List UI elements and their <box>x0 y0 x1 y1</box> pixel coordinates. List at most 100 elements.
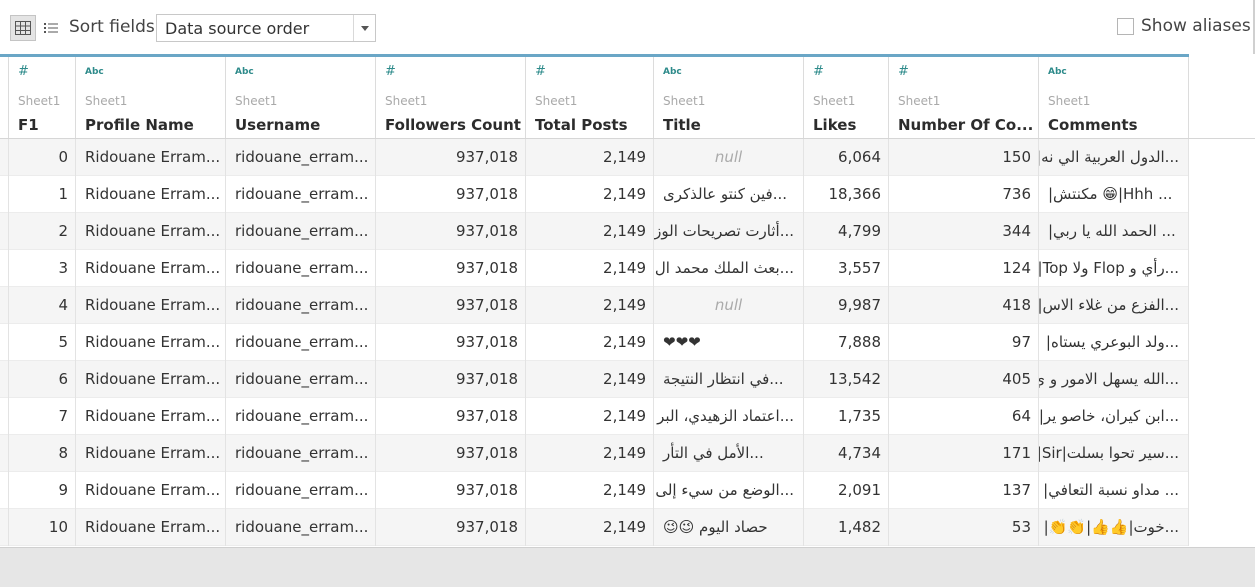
table-cell[interactable]: 6,064 <box>804 139 889 176</box>
table-cell[interactable]: 2,149 <box>526 398 654 435</box>
table-cell[interactable]: 13,542 <box>804 361 889 398</box>
table-cell[interactable]: 937,018 <box>376 361 526 398</box>
table-cell[interactable]: ridouane_erram... <box>226 398 376 435</box>
number-type-icon[interactable]: # <box>535 64 546 79</box>
table-cell[interactable]: 937,018 <box>376 213 526 250</box>
table-cell[interactable]: 64 <box>889 398 1039 435</box>
table-cell[interactable]: 4,799 <box>804 213 889 250</box>
table-cell[interactable]: 7,888 <box>804 324 889 361</box>
table-cell[interactable]: 2,149 <box>526 324 654 361</box>
column-name[interactable]: Username <box>235 116 371 134</box>
string-type-icon[interactable]: Abc <box>663 67 682 77</box>
table-cell[interactable]: 9 <box>9 472 76 509</box>
string-type-icon[interactable]: Abc <box>1048 67 1067 77</box>
table-cell[interactable]: 937,018 <box>376 472 526 509</box>
table-cell[interactable]: ...بعث الملك محمد ال <box>654 250 804 287</box>
table-cell[interactable]: Ridouane Erram... <box>76 213 226 250</box>
table-cell[interactable]: 2,149 <box>526 472 654 509</box>
table-cell[interactable]: Ridouane Erram... <box>76 324 226 361</box>
table-cell[interactable]: Ridouane Erram... <box>76 472 226 509</box>
table-cell[interactable]: 344 <box>889 213 1039 250</box>
table-cell[interactable]: 150 <box>889 139 1039 176</box>
column-header[interactable]: Abc Sheet1 Profile Name <box>76 57 226 142</box>
table-cell[interactable]: 2,149 <box>526 250 654 287</box>
table-cell[interactable]: ridouane_erram... <box>226 361 376 398</box>
table-cell[interactable]: ridouane_erram... <box>226 287 376 324</box>
table-cell[interactable]: ...الدول العربية الي نه| <box>1039 139 1189 176</box>
table-cell[interactable]: 8 <box>9 435 76 472</box>
sort-fields-dropdown[interactable]: Data source order <box>156 14 376 42</box>
show-aliases-label[interactable]: Show aliases <box>1141 16 1251 36</box>
table-cell[interactable]: 2,149 <box>526 139 654 176</box>
table-cell[interactable]: 405 <box>889 361 1039 398</box>
table-cell[interactable]: 937,018 <box>376 509 526 546</box>
column-header[interactable]: # Sheet1 Likes <box>804 57 889 142</box>
table-cell[interactable]: 10 <box>9 509 76 546</box>
table-cell[interactable]: ...سير تحوا بسلت|Sir| <box>1039 435 1189 472</box>
column-header[interactable]: Abc Sheet1 Title <box>654 57 804 142</box>
table-cell[interactable]: ridouane_erram... <box>226 509 376 546</box>
table-cell[interactable]: 3,557 <box>804 250 889 287</box>
table-cell[interactable]: ...اعتماد الزهيدي، البر <box>654 398 804 435</box>
dropdown-arrow[interactable] <box>353 15 375 41</box>
table-cell[interactable]: 937,018 <box>376 287 526 324</box>
list-view-button[interactable] <box>42 15 60 41</box>
column-name[interactable]: Likes <box>813 116 884 134</box>
column-name[interactable]: Number Of Co... <box>898 116 1034 134</box>
table-cell[interactable]: 937,018 <box>376 398 526 435</box>
table-cell[interactable]: ...ولد البوعري يستاه| <box>1039 324 1189 361</box>
column-name[interactable]: Title <box>663 116 799 134</box>
column-header[interactable]: # Sheet1 F1 <box>9 57 76 142</box>
table-cell[interactable]: ❤❤❤ <box>654 324 804 361</box>
show-aliases-checkbox[interactable] <box>1117 18 1134 35</box>
table-cell[interactable]: ... Hhh|😁 مكنتش| <box>1039 176 1189 213</box>
table-cell[interactable]: ... مداو نسبة التعافي| <box>1039 472 1189 509</box>
column-name[interactable]: F1 <box>18 116 71 134</box>
table-cell[interactable]: ...الأمل في التأر <box>654 435 804 472</box>
string-type-icon[interactable]: Abc <box>235 67 254 77</box>
table-cell[interactable]: ...أثارت تصريحات الوزير <box>654 213 804 250</box>
table-cell[interactable]: ridouane_erram... <box>226 139 376 176</box>
column-name[interactable]: Followers Count <box>385 116 521 134</box>
column-header[interactable]: # Sheet1 Followers Count <box>376 57 526 142</box>
table-cell[interactable]: 2,149 <box>526 361 654 398</box>
table-cell[interactable]: 937,018 <box>376 250 526 287</box>
table-cell[interactable]: 4,734 <box>804 435 889 472</box>
column-header[interactable]: Abc Sheet1 Comments <box>1039 57 1189 142</box>
table-cell[interactable]: 18,366 <box>804 176 889 213</box>
table-cell[interactable]: Ridouane Erram... <box>76 509 226 546</box>
table-cell[interactable]: ...في انتظار النتيجة <box>654 361 804 398</box>
table-cell[interactable]: 937,018 <box>376 176 526 213</box>
grid-view-button[interactable] <box>10 15 36 41</box>
number-type-icon[interactable]: # <box>385 64 396 79</box>
number-type-icon[interactable]: # <box>898 64 909 79</box>
table-cell[interactable]: 2 <box>9 213 76 250</box>
table-cell[interactable]: ridouane_erram... <box>226 176 376 213</box>
table-cell[interactable]: 418 <box>889 287 1039 324</box>
table-cell[interactable]: حصاد اليوم 😉😉 <box>654 509 804 546</box>
table-cell[interactable]: ridouane_erram... <box>226 213 376 250</box>
table-cell[interactable]: ...رأي و Flop ولا Top| <box>1039 250 1189 287</box>
table-cell[interactable]: Ridouane Erram... <box>76 398 226 435</box>
table-cell[interactable]: null <box>654 287 804 324</box>
table-cell[interactable]: null <box>654 139 804 176</box>
table-cell[interactable]: 2,149 <box>526 176 654 213</box>
table-cell[interactable]: ...الله يسهل الامور و ي| <box>1039 361 1189 398</box>
table-cell[interactable]: Ridouane Erram... <box>76 435 226 472</box>
table-cell[interactable]: Ridouane Erram... <box>76 139 226 176</box>
table-cell[interactable]: ...الوضع من سيء إلى <box>654 472 804 509</box>
column-name[interactable]: Total Posts <box>535 116 649 134</box>
table-cell[interactable]: 9,987 <box>804 287 889 324</box>
table-cell[interactable]: 2,149 <box>526 509 654 546</box>
table-cell[interactable]: ...ابن كيران، خاصو ير| <box>1039 398 1189 435</box>
table-cell[interactable]: 7 <box>9 398 76 435</box>
table-cell[interactable]: Ridouane Erram... <box>76 361 226 398</box>
table-cell[interactable]: Ridouane Erram... <box>76 287 226 324</box>
table-cell[interactable]: Ridouane Erram... <box>76 250 226 287</box>
table-cell[interactable]: 124 <box>889 250 1039 287</box>
table-cell[interactable]: 171 <box>889 435 1039 472</box>
table-cell[interactable]: 937,018 <box>376 435 526 472</box>
table-cell[interactable]: 2,149 <box>526 287 654 324</box>
table-cell[interactable]: 1,482 <box>804 509 889 546</box>
table-cell[interactable]: ...فين كنتو عالذكرى <box>654 176 804 213</box>
